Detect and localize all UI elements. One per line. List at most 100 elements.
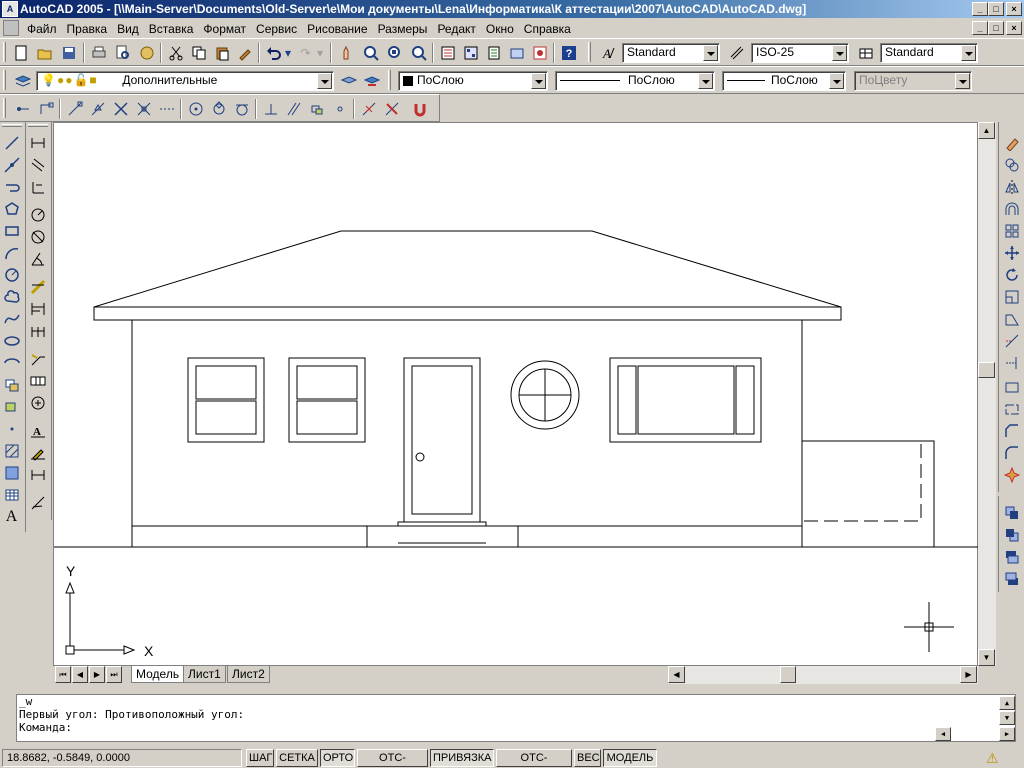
make-block-icon[interactable]: [1, 396, 22, 417]
explode-icon[interactable]: [1001, 464, 1022, 485]
new-icon[interactable]: [10, 42, 31, 63]
menu-item[interactable]: Формат: [198, 19, 251, 39]
dim-continue-icon[interactable]: [27, 320, 48, 341]
tab-prev-icon[interactable]: ◀: [72, 666, 88, 683]
table-style-icon[interactable]: [855, 42, 876, 63]
snap-quadrant-icon[interactable]: [208, 98, 229, 119]
command-prompt[interactable]: Команда:: [19, 721, 1015, 734]
app-icon[interactable]: A: [2, 1, 18, 17]
layer-previous-icon[interactable]: [361, 70, 382, 91]
vertical-scroll-thumb[interactable]: [978, 362, 995, 378]
move-icon[interactable]: [1001, 242, 1022, 263]
dim-textedit-icon[interactable]: [27, 442, 48, 463]
menu-item[interactable]: Справка: [519, 19, 576, 39]
snap-extension-icon[interactable]: [156, 98, 177, 119]
xline-icon[interactable]: [1, 154, 22, 175]
paste-icon[interactable]: [211, 42, 232, 63]
zoom-realtime-icon[interactable]: [360, 42, 381, 63]
menu-item[interactable]: Рисование: [302, 19, 372, 39]
doc-close-button[interactable]: ×: [1006, 21, 1022, 35]
line-icon[interactable]: [1, 132, 22, 153]
cmd-scroll-up-icon[interactable]: ▲: [999, 696, 1015, 710]
table-icon[interactable]: [1, 484, 22, 505]
dim-style-select[interactable]: ISO-25: [751, 43, 849, 63]
quick-dim-icon[interactable]: [27, 276, 48, 297]
dim-ordinate-icon[interactable]: [27, 176, 48, 197]
break-icon[interactable]: [1001, 398, 1022, 419]
status-toggle-button[interactable]: ОРТО: [320, 749, 355, 767]
dim-diameter-icon[interactable]: [27, 226, 48, 247]
snap-none-icon[interactable]: [381, 98, 402, 119]
menu-item[interactable]: Редакт: [432, 19, 480, 39]
print-icon[interactable]: [88, 42, 109, 63]
gradient-icon[interactable]: [1, 462, 22, 483]
close-button[interactable]: ×: [1006, 2, 1022, 16]
menu-item[interactable]: Файл: [22, 19, 62, 39]
copy-icon[interactable]: [188, 42, 209, 63]
table-style-select[interactable]: Standard: [880, 43, 978, 63]
dim-style-icon[interactable]: [726, 42, 747, 63]
horizontal-scrollbar[interactable]: ◀ ▶: [668, 666, 978, 684]
array-icon[interactable]: [1001, 220, 1022, 241]
chamfer-icon[interactable]: [1001, 420, 1022, 441]
menu-item[interactable]: Вставка: [144, 19, 199, 39]
stretch-icon[interactable]: [1001, 308, 1022, 329]
status-toggle-button[interactable]: СЕТКА: [276, 749, 318, 767]
hatch-icon[interactable]: [1, 440, 22, 461]
mirror-icon[interactable]: [1001, 176, 1022, 197]
horizontal-scroll-thumb[interactable]: [780, 666, 796, 683]
scroll-left-icon[interactable]: ◀: [668, 666, 685, 683]
spline-icon[interactable]: [1, 308, 22, 329]
trim-icon[interactable]: [1001, 330, 1022, 351]
vertical-scrollbar[interactable]: ▲ ▼: [978, 122, 996, 666]
snap-tangent-icon[interactable]: [231, 98, 252, 119]
snap-midpoint-icon[interactable]: [87, 98, 108, 119]
status-toggle-button[interactable]: ВЕС: [574, 749, 601, 767]
mtext-icon[interactable]: A: [1, 506, 22, 527]
status-toggle-button[interactable]: ОТС-ОБЪЕКТ: [496, 749, 572, 767]
color-select[interactable]: ПоСлою: [398, 71, 548, 91]
toolpalettes-icon[interactable]: [483, 42, 504, 63]
cut-icon[interactable]: [165, 42, 186, 63]
ellipse-arc-icon[interactable]: [1, 352, 22, 373]
snap-intersection-icon[interactable]: [110, 98, 131, 119]
send-to-back-icon[interactable]: [1001, 524, 1022, 545]
text-style-icon[interactable]: A: [597, 42, 618, 63]
tab-model[interactable]: Модель: [131, 666, 185, 683]
snap-perpendicular-icon[interactable]: [260, 98, 281, 119]
linetype-select[interactable]: ПоСлою: [555, 71, 715, 91]
extend-icon[interactable]: [1001, 352, 1022, 373]
cmd-scroll-down-icon[interactable]: ▼: [999, 711, 1015, 725]
point-icon[interactable]: [1, 418, 22, 439]
undo-icon[interactable]: [263, 42, 284, 63]
arc-icon[interactable]: [1, 242, 22, 263]
insert-block-icon[interactable]: [1, 374, 22, 395]
save-icon[interactable]: [58, 42, 79, 63]
coordinate-display[interactable]: 18.8682, -0.5849, 0.0000: [2, 749, 242, 767]
polygon-icon[interactable]: [1, 198, 22, 219]
text-style-select[interactable]: Standard: [622, 43, 720, 63]
drawing-canvas[interactable]: X Y: [53, 122, 979, 666]
scroll-right-icon[interactable]: ▶: [960, 666, 977, 683]
menu-item[interactable]: Размеры: [373, 19, 433, 39]
pan-icon[interactable]: [336, 42, 357, 63]
polyline-icon[interactable]: [1, 176, 22, 197]
tab-sheet1[interactable]: Лист1: [183, 666, 226, 683]
erase-icon[interactable]: [1001, 132, 1022, 153]
snap-insert-icon[interactable]: [306, 98, 327, 119]
undo-dropdown-icon[interactable]: ▾: [283, 42, 293, 63]
command-window[interactable]: _w Первый угол: Противоположный угол: Ко…: [16, 694, 1016, 742]
maximize-button[interactable]: □: [988, 2, 1004, 16]
bring-above-icon[interactable]: [1001, 546, 1022, 567]
tab-first-icon[interactable]: ⏮: [55, 666, 71, 683]
dim-aligned-icon[interactable]: [27, 154, 48, 175]
snap-endpoint-icon[interactable]: [64, 98, 85, 119]
redo-dropdown-icon[interactable]: ▾: [315, 42, 325, 63]
plotstyle-select[interactable]: ПоЦвету: [854, 71, 972, 91]
quick-leader-icon[interactable]: [27, 348, 48, 369]
lineweight-select[interactable]: ПоСлою: [722, 71, 846, 91]
zoom-window-icon[interactable]: [384, 42, 405, 63]
copy-object-icon[interactable]: [1001, 154, 1022, 175]
osnap-settings-icon[interactable]: [409, 98, 430, 119]
scroll-up-icon[interactable]: ▲: [978, 122, 995, 139]
